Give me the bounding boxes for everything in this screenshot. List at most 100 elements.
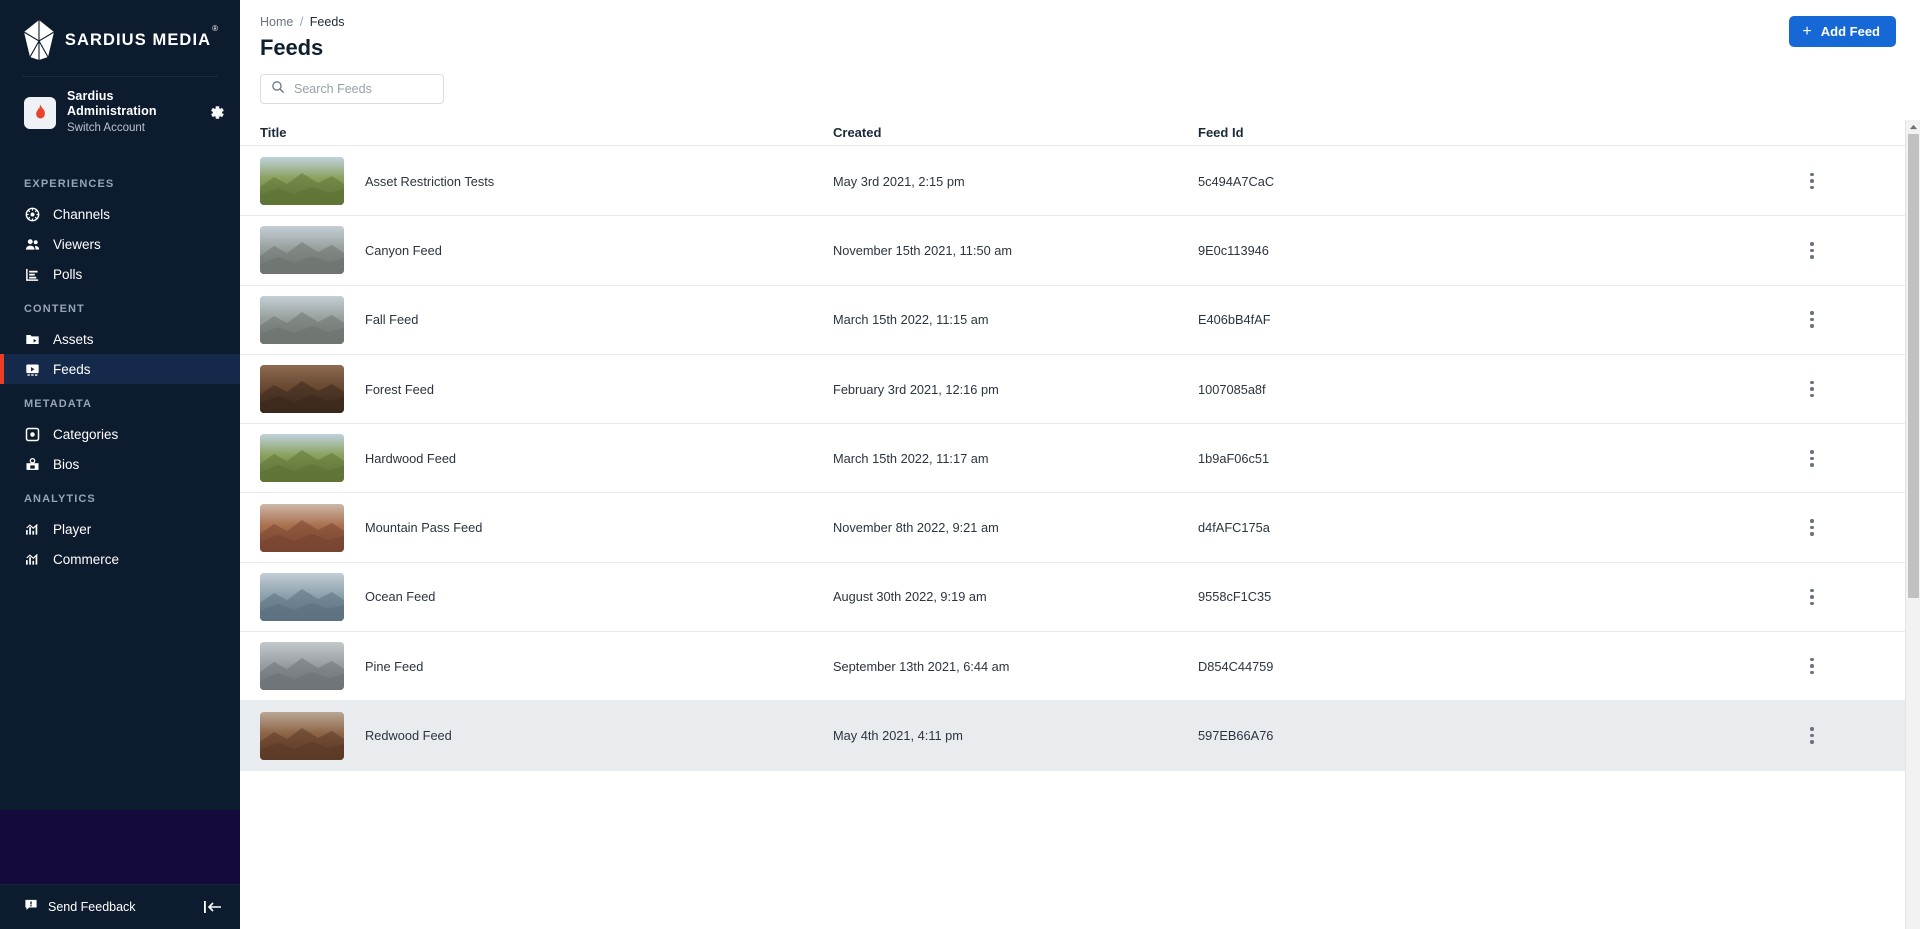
kebab-menu-icon[interactable]	[1800, 724, 1824, 748]
feed-title: Ocean Feed	[365, 589, 436, 605]
sidebar-item-channels[interactable]: Channels	[0, 199, 240, 229]
sidebar-item-label: Channels	[53, 206, 111, 222]
kebab-menu-icon[interactable]	[1800, 377, 1824, 401]
kebab-menu-icon[interactable]	[1800, 308, 1824, 332]
switch-account-link[interactable]: Switch Account	[67, 120, 196, 136]
table-row[interactable]: Forest Feed February 3rd 2021, 12:16 pm 10…	[240, 355, 1920, 425]
scrollbar-thumb[interactable]	[1908, 134, 1919, 598]
feed-thumbnail	[260, 434, 344, 483]
feed-thumbnail	[260, 226, 344, 275]
sidebar-item-label: Polls	[53, 266, 83, 282]
send-feedback-button[interactable]: Send Feedback	[24, 898, 136, 917]
table-body: Asset Restriction Tests May 3rd 2021, 2:1…	[240, 147, 1920, 929]
feed-id: 9558cF1C35	[1198, 589, 1272, 605]
page-title: Feeds	[260, 35, 324, 60]
gem-leaf-logo-icon	[22, 19, 56, 61]
search-icon	[271, 80, 285, 99]
feed-created-date: November 15th 2021, 11:50 am	[833, 242, 1013, 258]
page-header: Home / Feeds Feeds + Add Feed	[240, 0, 1920, 68]
table-row[interactable]: Canyon Feed November 15th 2021, 11:50 am 9…	[240, 216, 1920, 286]
feed-title: Hardwood Feed	[365, 450, 457, 466]
feed-thumbnail	[260, 711, 344, 760]
sidebar-item-categories[interactable]: Categories	[0, 419, 240, 449]
sidebar-promo-block	[0, 810, 240, 884]
account-name: Sardius Administration	[67, 89, 157, 118]
nav-group-experiences-label: EXPERIENCES	[24, 178, 115, 190]
feed-title: Pine Feed	[365, 658, 424, 674]
sidebar-item-feeds[interactable]: Feeds	[0, 354, 240, 384]
account-switcher[interactable]: Sardius Administration Switch Account	[0, 77, 240, 150]
bar-chart-icon	[24, 266, 40, 282]
gear-icon[interactable]	[207, 103, 226, 122]
breadcrumb-current: Feeds	[309, 15, 345, 29]
flame-avatar-icon	[24, 96, 56, 129]
kebab-menu-icon[interactable]	[1800, 654, 1824, 678]
category-icon	[24, 426, 40, 442]
chat-feedback-icon	[24, 898, 38, 917]
feed-title: Canyon Feed	[365, 242, 442, 258]
feed-thumbnail	[260, 642, 344, 691]
nav-group-analytics-label: ANALYTICS	[24, 493, 96, 505]
brand-logo[interactable]: SARDIUS MEDIA®	[0, 0, 240, 76]
folder-video-icon	[24, 331, 40, 347]
kebab-menu-icon[interactable]	[1800, 169, 1824, 193]
sidebar-item-player[interactable]: Player	[0, 514, 240, 544]
collapse-sidebar-icon[interactable]	[202, 899, 224, 915]
sidebar-item-viewers[interactable]: Viewers	[0, 229, 240, 259]
column-header-created[interactable]: Created	[833, 125, 1198, 140]
send-feedback-label: Send Feedback	[48, 900, 136, 914]
feed-id: 9E0c113946	[1198, 242, 1269, 258]
vertical-scrollbar[interactable]	[1905, 120, 1920, 929]
kebab-menu-icon[interactable]	[1800, 585, 1824, 609]
sidebar-item-label: Viewers	[53, 236, 101, 252]
table-row[interactable]: Hardwood Feed March 15th 2022, 11:17 am 1b…	[240, 424, 1920, 494]
sidebar-item-assets[interactable]: Assets	[0, 324, 240, 354]
sidebar-item-commerce[interactable]: Commerce	[0, 544, 240, 574]
feed-id: E406bB4fAF	[1198, 312, 1271, 328]
feed-id: d4fAFC175a	[1198, 520, 1270, 536]
table-header-row: Title Created Feed Id	[240, 120, 1920, 146]
feed-created-date: August 30th 2022, 9:19 am	[833, 589, 987, 605]
table-row[interactable]: Asset Restriction Tests May 3rd 2021, 2:1…	[240, 147, 1920, 217]
feed-created-date: March 15th 2022, 11:15 am	[833, 312, 989, 328]
sidebar-item-label: Player	[53, 521, 92, 537]
brand-name: SARDIUS MEDIA®	[64, 24, 220, 49]
column-header-feed-id[interactable]: Feed Id	[1198, 125, 1568, 140]
sidebar-item-polls[interactable]: Polls	[0, 259, 240, 289]
sidebar-item-label: Bios	[53, 456, 80, 472]
globe-icon	[24, 206, 40, 222]
kebab-menu-icon[interactable]	[1800, 446, 1824, 470]
table-row[interactable]: Redwood Feed May 4th 2021, 4:11 pm 597EB66…	[240, 701, 1920, 771]
kebab-menu-icon[interactable]	[1800, 238, 1824, 262]
sidebar-footer: Send Feedback	[0, 884, 240, 929]
trademark-symbol: ®	[212, 24, 220, 33]
add-feed-label: Add Feed	[1820, 24, 1880, 39]
plus-icon: +	[1802, 22, 1812, 40]
app-root: SARDIUS MEDIA® Sardius Administration Sw…	[0, 0, 1920, 929]
add-feed-button[interactable]: + Add Feed	[1789, 16, 1896, 47]
breadcrumb-separator: /	[299, 15, 304, 29]
feed-title: Redwood Feed	[365, 728, 452, 744]
column-header-title[interactable]: Title	[260, 125, 833, 140]
account-info: Sardius Administration Switch Account	[67, 89, 196, 136]
feed-title: Mountain Pass Feed	[365, 520, 483, 536]
people-icon	[24, 236, 40, 252]
search-feeds-box[interactable]	[260, 74, 444, 104]
table-row[interactable]: Mountain Pass Feed November 8th 2022, 9:2…	[240, 493, 1920, 563]
kebab-menu-icon[interactable]	[1800, 516, 1824, 540]
table-row[interactable]: Fall Feed March 15th 2022, 11:15 am E406bB…	[240, 286, 1920, 355]
feed-thumbnail	[260, 295, 344, 344]
search-input[interactable]	[294, 82, 433, 96]
table-row[interactable]: Ocean Feed August 30th 2022, 9:19 am 9558c…	[240, 563, 1920, 633]
feed-thumbnail	[260, 365, 344, 414]
table-row[interactable]: Pine Feed September 13th 2021, 6:44 am D85…	[240, 632, 1920, 702]
feed-created-date: March 15th 2022, 11:17 am	[833, 450, 989, 466]
bio-card-icon	[24, 456, 40, 472]
feed-id: 1b9aF06c51	[1198, 450, 1270, 466]
feed-id: D854C44759	[1198, 658, 1274, 674]
nav-group-metadata-label: METADATA	[24, 398, 93, 410]
analytics-chart-icon	[24, 551, 40, 567]
sidebar-item-bios[interactable]: Bios	[0, 449, 240, 479]
breadcrumb-home[interactable]: Home	[260, 15, 293, 29]
scroll-up-arrow-icon[interactable]	[1906, 120, 1920, 134]
